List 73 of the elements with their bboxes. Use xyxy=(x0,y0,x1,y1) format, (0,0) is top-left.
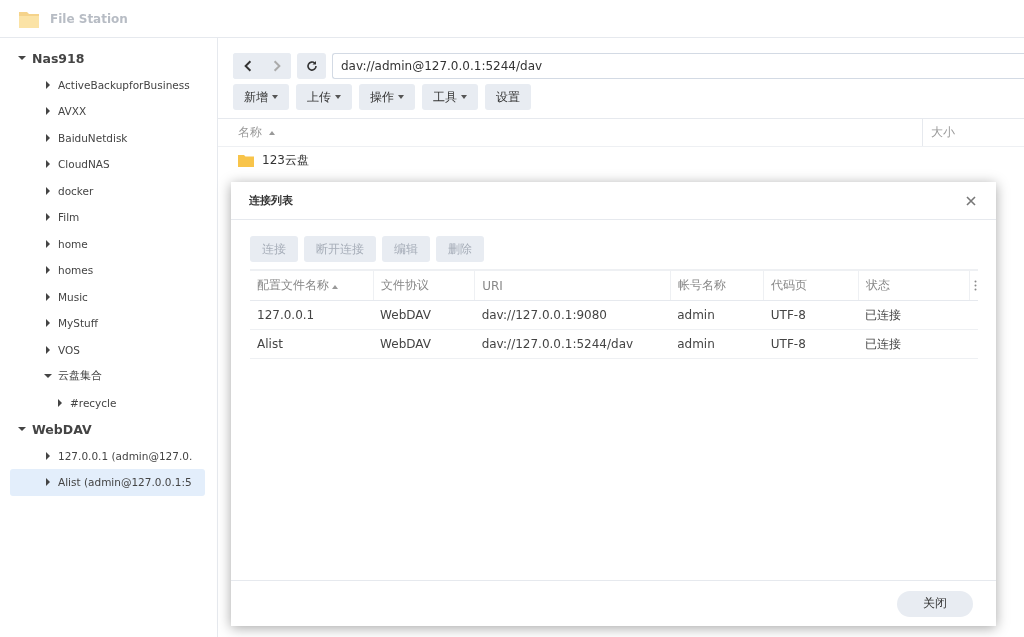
caret-down-icon xyxy=(398,95,404,99)
table-cell: admin xyxy=(670,329,764,359)
caret-right-icon[interactable] xyxy=(44,107,52,116)
table-cell: 127.0.0.1 xyxy=(250,300,374,330)
window-title: File Station xyxy=(50,11,128,26)
column-header[interactable]: 文件协议 xyxy=(373,270,475,301)
tree-item[interactable]: docker xyxy=(10,177,205,204)
tree-item[interactable]: 云盘集合 xyxy=(10,363,205,390)
caret-right-icon[interactable] xyxy=(44,266,52,275)
tree-item[interactable]: VOS xyxy=(10,336,205,363)
toolbar-button[interactable]: 工具 xyxy=(422,84,478,110)
column-header[interactable]: URI xyxy=(474,270,671,301)
table-cell: dav://127.0.0.1:9080 xyxy=(474,300,671,330)
file-name[interactable]: 123云盘 xyxy=(262,151,309,169)
close-icon[interactable] xyxy=(966,195,976,206)
tree-item[interactable]: 127.0.0.1 (admin@127.0. xyxy=(10,442,205,469)
toolbar-button[interactable]: 设置 xyxy=(485,84,531,110)
table-cell: 已连接 xyxy=(858,329,970,359)
column-header[interactable]: 状态 xyxy=(858,270,970,301)
sort-up-icon xyxy=(269,130,275,135)
caret-down-icon xyxy=(272,95,278,99)
tree-item[interactable]: home xyxy=(10,230,205,257)
close-button[interactable]: 关闭 xyxy=(897,590,973,617)
caret-right-icon[interactable] xyxy=(44,213,52,222)
table-cell: UTF-8 xyxy=(763,329,859,359)
refresh-icon xyxy=(305,60,318,72)
column-header[interactable]: 帐号名称 xyxy=(670,270,764,301)
caret-right-icon[interactable] xyxy=(44,292,52,301)
caret-right-icon[interactable] xyxy=(44,345,52,354)
caret-down-icon[interactable] xyxy=(18,54,26,63)
caret-right-icon[interactable] xyxy=(44,186,52,195)
caret-right-icon[interactable] xyxy=(56,398,64,407)
caret-down-icon xyxy=(335,95,341,99)
tree-item[interactable]: homes xyxy=(10,257,205,284)
caret-down-icon[interactable] xyxy=(44,372,52,381)
caret-down-icon[interactable] xyxy=(18,425,26,434)
column-header[interactable]: 配置文件名称 xyxy=(250,270,374,301)
caret-right-icon[interactable] xyxy=(44,160,52,169)
tree-item[interactable]: #recycle xyxy=(10,389,205,416)
column-header[interactable]: 代码页 xyxy=(763,270,859,301)
caret-right-icon[interactable] xyxy=(44,80,52,89)
tree-item[interactable]: MyStuff xyxy=(10,310,205,337)
tree-item[interactable]: CloudNAS xyxy=(10,151,205,178)
caret-right-icon[interactable] xyxy=(44,451,52,460)
table-cell: admin xyxy=(670,300,764,330)
sort-up-icon xyxy=(332,285,338,289)
dialog-title: 连接列表 xyxy=(249,193,293,208)
table-cell: WebDAV xyxy=(373,300,475,330)
toolbar-button[interactable]: 上传 xyxy=(296,84,352,110)
caret-right-icon[interactable] xyxy=(44,239,52,248)
tree-item[interactable]: ActiveBackupforBusiness xyxy=(10,71,205,98)
caret-right-icon[interactable] xyxy=(44,478,52,487)
toolbar-button[interactable]: 操作 xyxy=(359,84,415,110)
table-cell: UTF-8 xyxy=(763,300,859,330)
path-field[interactable]: dav://admin@127.0.0.1:5244/dav xyxy=(332,53,1024,79)
tree-item[interactable]: BaiduNetdisk xyxy=(10,124,205,151)
tree-item[interactable]: WebDAV xyxy=(0,416,205,443)
tree-item[interactable]: Nas918 xyxy=(0,45,205,72)
caret-right-icon[interactable] xyxy=(44,319,52,328)
table-cell: WebDAV xyxy=(373,329,475,359)
tree-item[interactable]: Alist (admin@127.0.0.1:5 xyxy=(10,469,205,496)
folder-icon xyxy=(238,153,254,167)
more-icon[interactable] xyxy=(974,280,977,291)
table-cell: 已连接 xyxy=(858,300,970,330)
table-cell: Alist xyxy=(250,329,374,359)
tree-item[interactable]: Film xyxy=(10,204,205,231)
caret-down-icon xyxy=(461,95,467,99)
tree-item[interactable]: Music xyxy=(10,283,205,310)
tree-item[interactable]: AVXX xyxy=(10,98,205,125)
refresh-button[interactable] xyxy=(297,53,326,79)
table-cell: dav://127.0.0.1:5244/dav xyxy=(474,329,671,359)
caret-right-icon[interactable] xyxy=(44,133,52,142)
toolbar-button[interactable]: 新增 xyxy=(233,84,289,110)
